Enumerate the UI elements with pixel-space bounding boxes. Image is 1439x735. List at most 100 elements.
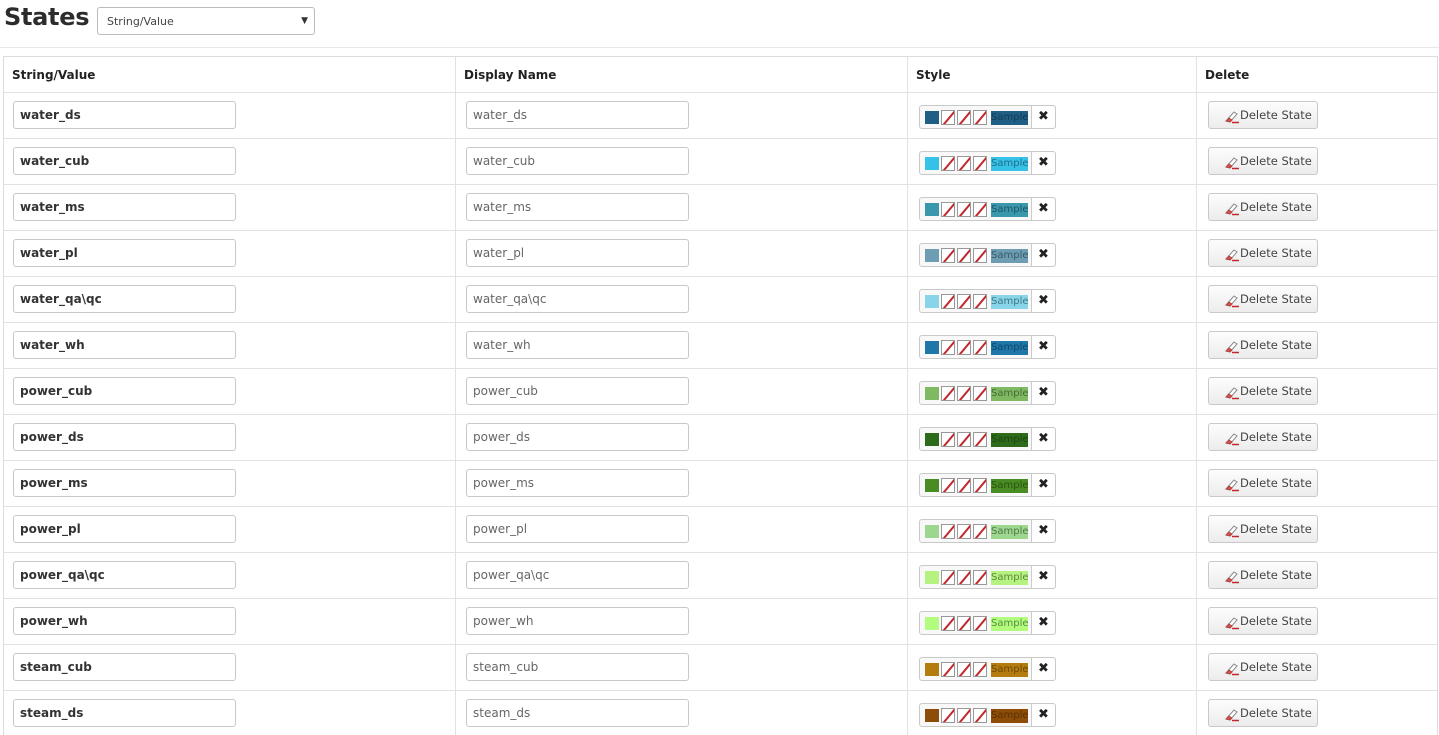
clear-style-button[interactable]: ✖ (1031, 382, 1055, 404)
no-color-icon[interactable] (957, 248, 971, 263)
clear-style-button[interactable]: ✖ (1031, 290, 1055, 312)
style-picker[interactable]: Sample ✖ (919, 335, 1056, 359)
string-value-input[interactable]: water_pl (13, 239, 236, 267)
display-name-input[interactable]: power_cub (466, 377, 689, 405)
delete-state-button[interactable]: Delete State (1208, 101, 1318, 129)
display-name-input[interactable]: water_pl (466, 239, 689, 267)
display-name-input[interactable]: power_wh (466, 607, 689, 635)
no-color-icon[interactable] (941, 616, 955, 631)
clear-style-button[interactable]: ✖ (1031, 106, 1055, 128)
delete-state-button[interactable]: Delete State (1208, 377, 1318, 405)
no-color-icon[interactable] (973, 110, 987, 125)
string-value-input[interactable]: water_qa\qc (13, 285, 236, 313)
string-value-input[interactable]: power_pl (13, 515, 236, 543)
fill-color-swatch[interactable] (925, 249, 939, 262)
no-color-icon[interactable] (957, 478, 971, 493)
clear-style-button[interactable]: ✖ (1031, 474, 1055, 496)
style-picker[interactable]: Sample ✖ (919, 289, 1056, 313)
fill-color-swatch[interactable] (925, 617, 939, 630)
no-color-icon[interactable] (941, 340, 955, 355)
fill-color-swatch[interactable] (925, 387, 939, 400)
string-value-input[interactable]: water_cub (13, 147, 236, 175)
style-picker[interactable]: Sample ✖ (919, 197, 1056, 221)
no-color-icon[interactable] (941, 110, 955, 125)
no-color-icon[interactable] (941, 202, 955, 217)
delete-state-button[interactable]: Delete State (1208, 193, 1318, 221)
string-value-input[interactable]: power_wh (13, 607, 236, 635)
no-color-icon[interactable] (957, 524, 971, 539)
style-picker[interactable]: Sample ✖ (919, 427, 1056, 451)
fill-color-swatch[interactable] (925, 525, 939, 538)
style-picker[interactable]: Sample ✖ (919, 473, 1056, 497)
no-color-icon[interactable] (957, 432, 971, 447)
fill-color-swatch[interactable] (925, 571, 939, 584)
no-color-icon[interactable] (973, 202, 987, 217)
string-value-input[interactable]: water_ds (13, 101, 236, 129)
no-color-icon[interactable] (973, 570, 987, 585)
fill-color-swatch[interactable] (925, 479, 939, 492)
clear-style-button[interactable]: ✖ (1031, 198, 1055, 220)
no-color-icon[interactable] (973, 432, 987, 447)
no-color-icon[interactable] (941, 662, 955, 677)
clear-style-button[interactable]: ✖ (1031, 336, 1055, 358)
no-color-icon[interactable] (973, 478, 987, 493)
clear-style-button[interactable]: ✖ (1031, 520, 1055, 542)
style-picker[interactable]: Sample ✖ (919, 243, 1056, 267)
display-name-input[interactable]: steam_cub (466, 653, 689, 681)
delete-state-button[interactable]: Delete State (1208, 469, 1318, 497)
no-color-icon[interactable] (941, 478, 955, 493)
no-color-icon[interactable] (973, 340, 987, 355)
style-picker[interactable]: Sample ✖ (919, 703, 1056, 727)
no-color-icon[interactable] (957, 110, 971, 125)
display-name-input[interactable]: power_pl (466, 515, 689, 543)
fill-color-swatch[interactable] (925, 341, 939, 354)
delete-state-button[interactable]: Delete State (1208, 423, 1318, 451)
display-name-input[interactable]: water_ms (466, 193, 689, 221)
no-color-icon[interactable] (957, 340, 971, 355)
no-color-icon[interactable] (941, 432, 955, 447)
string-value-input[interactable]: power_ds (13, 423, 236, 451)
no-color-icon[interactable] (957, 708, 971, 723)
no-color-icon[interactable] (941, 708, 955, 723)
no-color-icon[interactable] (957, 202, 971, 217)
clear-style-button[interactable]: ✖ (1031, 152, 1055, 174)
no-color-icon[interactable] (973, 708, 987, 723)
clear-style-button[interactable]: ✖ (1031, 612, 1055, 634)
style-picker[interactable]: Sample ✖ (919, 105, 1056, 129)
key-type-select[interactable]: String/Value ▼ (97, 7, 315, 35)
string-value-input[interactable]: water_wh (13, 331, 236, 359)
string-value-input[interactable]: power_qa\qc (13, 561, 236, 589)
display-name-input[interactable]: power_ds (466, 423, 689, 451)
delete-state-button[interactable]: Delete State (1208, 561, 1318, 589)
string-value-input[interactable]: power_ms (13, 469, 236, 497)
style-picker[interactable]: Sample ✖ (919, 611, 1056, 635)
display-name-input[interactable]: water_cub (466, 147, 689, 175)
no-color-icon[interactable] (957, 294, 971, 309)
string-value-input[interactable]: steam_cub (13, 653, 236, 681)
delete-state-button[interactable]: Delete State (1208, 699, 1318, 727)
fill-color-swatch[interactable] (925, 709, 939, 722)
delete-state-button[interactable]: Delete State (1208, 331, 1318, 359)
no-color-icon[interactable] (973, 156, 987, 171)
delete-state-button[interactable]: Delete State (1208, 239, 1318, 267)
fill-color-swatch[interactable] (925, 663, 939, 676)
no-color-icon[interactable] (973, 662, 987, 677)
fill-color-swatch[interactable] (925, 433, 939, 446)
no-color-icon[interactable] (941, 248, 955, 263)
string-value-input[interactable]: water_ms (13, 193, 236, 221)
no-color-icon[interactable] (941, 294, 955, 309)
no-color-icon[interactable] (973, 524, 987, 539)
clear-style-button[interactable]: ✖ (1031, 244, 1055, 266)
no-color-icon[interactable] (941, 386, 955, 401)
no-color-icon[interactable] (941, 570, 955, 585)
delete-state-button[interactable]: Delete State (1208, 515, 1318, 543)
display-name-input[interactable]: power_qa\qc (466, 561, 689, 589)
clear-style-button[interactable]: ✖ (1031, 566, 1055, 588)
style-picker[interactable]: Sample ✖ (919, 565, 1056, 589)
string-value-input[interactable]: steam_ds (13, 699, 236, 727)
display-name-input[interactable]: water_wh (466, 331, 689, 359)
no-color-icon[interactable] (957, 616, 971, 631)
display-name-input[interactable]: water_qa\qc (466, 285, 689, 313)
no-color-icon[interactable] (973, 294, 987, 309)
display-name-input[interactable]: power_ms (466, 469, 689, 497)
